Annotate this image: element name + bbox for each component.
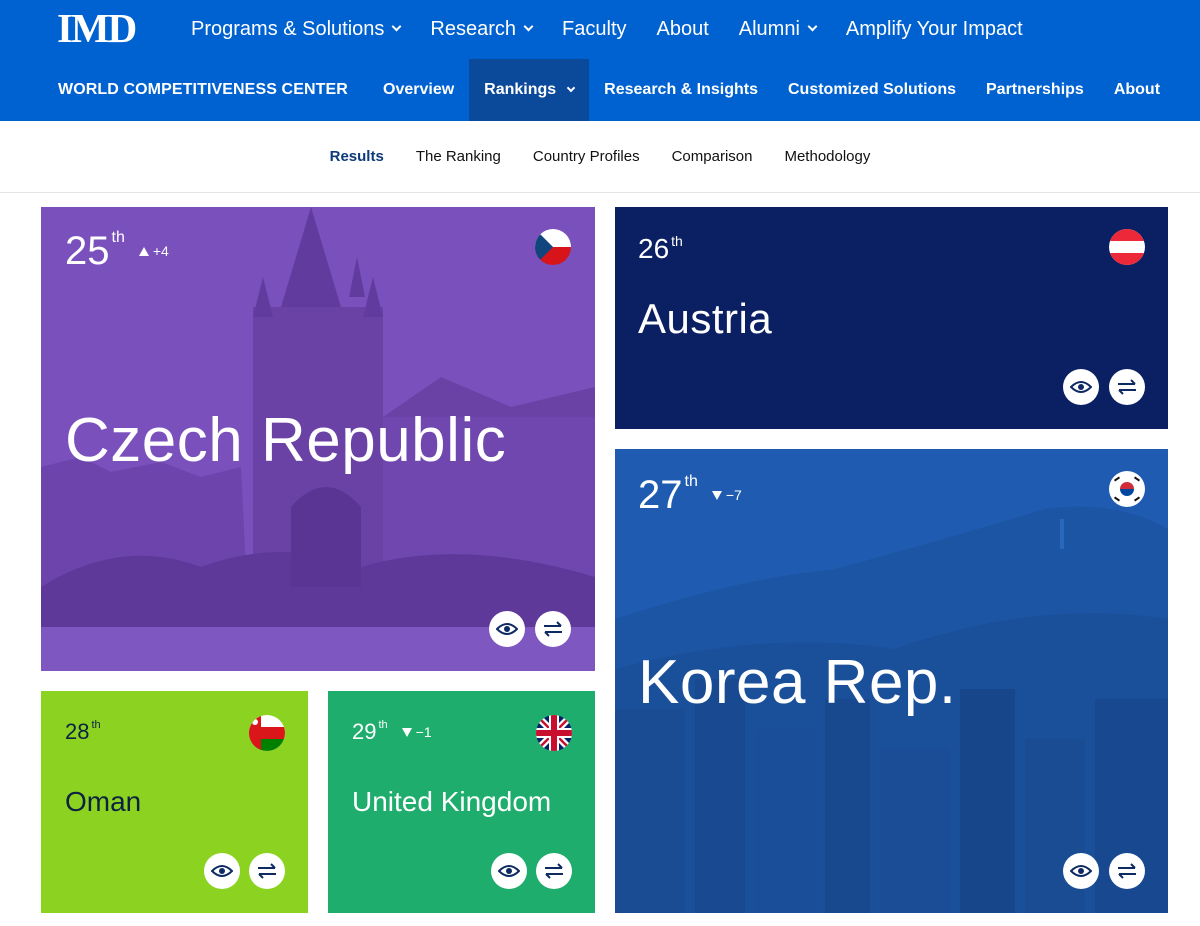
nav-label: Programs & Solutions xyxy=(191,17,385,40)
swap-arrows-icon xyxy=(1118,863,1136,879)
rank-group: 25 th +4 xyxy=(65,229,169,273)
center-name-link[interactable]: WORLD COMPETITIVENESS CENTER xyxy=(58,81,348,99)
arrow-down-icon xyxy=(401,727,412,737)
subnav-label: Partnerships xyxy=(986,81,1084,98)
compare-button[interactable] xyxy=(249,853,285,889)
country-card-united-kingdom[interactable]: 29 th −1 United Kingdom xyxy=(328,691,595,913)
eye-icon xyxy=(1070,865,1092,877)
compare-button[interactable] xyxy=(1109,369,1145,405)
view-profile-button[interactable] xyxy=(1063,853,1099,889)
view-profile-button[interactable] xyxy=(489,611,525,647)
rank-suffix: th xyxy=(91,719,101,731)
country-name[interactable]: Korea Rep. xyxy=(638,647,957,718)
nav-faculty[interactable]: Faculty xyxy=(562,18,626,41)
chevron-down-icon xyxy=(807,21,818,32)
nav-alumni[interactable]: Alumni xyxy=(738,17,818,41)
compare-button[interactable] xyxy=(536,853,572,889)
nav-about[interactable]: About xyxy=(657,18,709,41)
country-card-czech-republic[interactable]: 25 th +4 Czech Republic xyxy=(41,207,595,671)
nav-label: Research xyxy=(430,17,517,40)
subnav-label: Rankings xyxy=(484,81,557,98)
korea-flag-icon xyxy=(1109,471,1145,507)
view-profile-button[interactable] xyxy=(1063,369,1099,405)
rank-change-value: +4 xyxy=(152,243,169,259)
subnav-label: Overview xyxy=(383,81,455,98)
subnav-overview[interactable]: Overview xyxy=(368,59,469,121)
rank-number: 28 xyxy=(65,719,90,744)
subnav-customized-solutions[interactable]: Customized Solutions xyxy=(773,59,971,121)
rank-number: 27 xyxy=(638,473,683,517)
rank-group: 29 th −1 xyxy=(352,719,432,745)
imd-logo[interactable]: IMD xyxy=(57,8,137,49)
tab-comparison[interactable]: Comparison xyxy=(672,148,753,165)
compare-button[interactable] xyxy=(1109,853,1145,889)
country-name[interactable]: United Kingdom xyxy=(352,786,551,818)
tab-results[interactable]: Results xyxy=(330,148,384,165)
subnav-research-insights[interactable]: Research & Insights xyxy=(589,59,773,121)
view-profile-button[interactable] xyxy=(204,853,240,889)
nav-label: Faculty xyxy=(562,17,627,40)
rank-number: 25 xyxy=(65,229,110,273)
rank-change-value: −1 xyxy=(415,724,432,740)
subnav-label: Research & Insights xyxy=(604,81,758,98)
logo-text[interactable]: IMD xyxy=(57,8,137,49)
tab-methodology[interactable]: Methodology xyxy=(784,148,870,165)
swap-arrows-icon xyxy=(545,863,563,879)
chevron-down-icon xyxy=(391,21,402,32)
eye-icon xyxy=(496,623,518,635)
center-navigation: Overview Rankings Research & Insights Cu… xyxy=(368,59,1175,121)
eye-icon xyxy=(211,865,233,877)
rank-change: +4 xyxy=(138,243,169,259)
arrow-down-icon xyxy=(711,490,722,500)
nav-label: Alumni xyxy=(738,17,800,40)
subnav-about[interactable]: About xyxy=(1099,59,1175,121)
rank-suffix: th xyxy=(378,719,388,731)
subnav-label: Customized Solutions xyxy=(788,81,956,98)
nav-amplify-your-impact[interactable]: Amplify Your Impact xyxy=(846,18,1023,41)
nav-label: About xyxy=(656,17,709,40)
rank-change: −1 xyxy=(401,724,432,740)
rank-change-value: −7 xyxy=(725,487,742,503)
nav-research[interactable]: Research xyxy=(430,17,534,41)
main-navigation: Programs & Solutions Research Faculty Ab… xyxy=(191,14,1053,44)
nav-label: Amplify Your Impact xyxy=(845,17,1023,40)
rank-group: 26 th xyxy=(638,233,683,265)
country-name[interactable]: Austria xyxy=(638,295,772,343)
uk-flag-icon xyxy=(536,715,572,751)
rank-number: 26 xyxy=(638,233,670,264)
rank-group: 27 th −7 xyxy=(638,473,742,517)
swap-arrows-icon xyxy=(544,621,562,637)
ranking-tabs: Results The Ranking Country Profiles Com… xyxy=(0,121,1200,193)
country-card-korea-rep[interactable]: 27 th −7 Korea Rep. xyxy=(615,449,1168,913)
arrow-up-icon xyxy=(138,246,149,256)
subnav-rankings[interactable]: Rankings xyxy=(469,59,590,121)
swap-arrows-icon xyxy=(258,863,276,879)
eye-icon xyxy=(1070,381,1092,393)
nav-programs-solutions[interactable]: Programs & Solutions xyxy=(191,17,402,41)
compare-button[interactable] xyxy=(535,611,571,647)
eye-icon xyxy=(498,865,520,877)
rank-group: 28 th xyxy=(65,719,101,745)
country-name[interactable]: Oman xyxy=(65,786,141,818)
site-header: IMD Programs & Solutions Research Facult… xyxy=(0,0,1200,121)
czech-flag-icon xyxy=(535,229,571,265)
subnav-partnerships[interactable]: Partnerships xyxy=(971,59,1099,121)
rank-change: −7 xyxy=(711,487,742,503)
country-name[interactable]: Czech Republic xyxy=(65,405,506,476)
austria-flag-icon xyxy=(1109,229,1145,265)
chevron-down-icon xyxy=(523,21,534,32)
tab-country-profiles[interactable]: Country Profiles xyxy=(533,148,640,165)
oman-flag-icon xyxy=(249,715,285,751)
country-card-oman[interactable]: 28 th Oman xyxy=(41,691,308,913)
tab-the-ranking[interactable]: The Ranking xyxy=(416,148,501,165)
country-card-austria[interactable]: 26 th Austria xyxy=(615,207,1168,429)
rank-suffix: th xyxy=(671,233,683,249)
chevron-down-icon xyxy=(566,83,576,92)
rank-number: 29 xyxy=(352,719,377,744)
rank-suffix: th xyxy=(111,229,125,246)
swap-arrows-icon xyxy=(1118,379,1136,395)
subnav-label: About xyxy=(1113,81,1161,98)
view-profile-button[interactable] xyxy=(491,853,527,889)
rank-suffix: th xyxy=(684,473,698,490)
